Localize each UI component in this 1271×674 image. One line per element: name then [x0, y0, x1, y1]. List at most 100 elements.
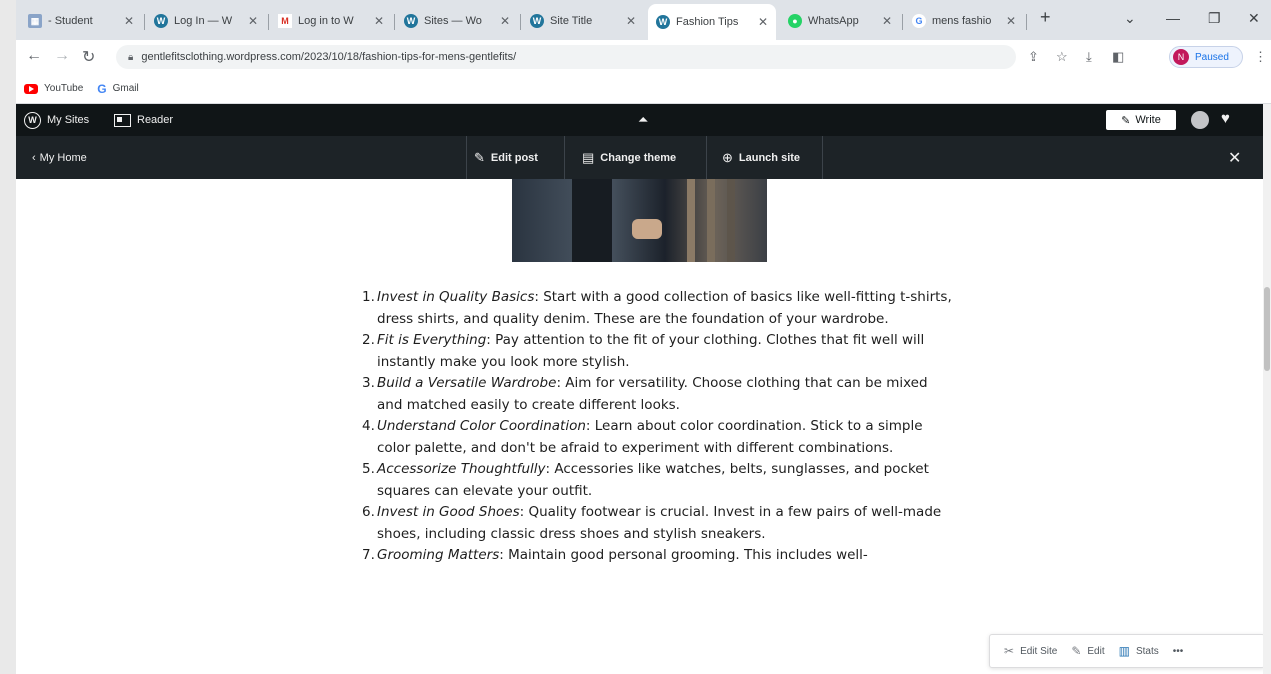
- tools-icon: ✂: [1004, 644, 1015, 658]
- tips-list: 1. Invest in Quality Basics: Start with a…: [362, 287, 953, 567]
- wp-admin-bar: W My Sites Reader ⏶ ✎ Write ♥: [16, 104, 1271, 136]
- close-icon[interactable]: ✕: [626, 14, 636, 28]
- sidepanel-icon[interactable]: ◧: [1112, 49, 1124, 65]
- tab-student[interactable]: ▦ - Student ✕: [20, 6, 142, 36]
- tab-separator: [394, 14, 395, 30]
- close-icon[interactable]: ✕: [500, 14, 510, 28]
- edit-site-button[interactable]: ✂ Edit Site: [1004, 644, 1057, 658]
- tip-title: Invest in Good Shoes: [377, 504, 520, 520]
- more-icon: •••: [1172, 645, 1184, 657]
- edit-post-label: Edit post: [490, 151, 538, 164]
- post-featured-image: [512, 179, 767, 262]
- kebab-menu-icon[interactable]: ⋮: [1254, 49, 1267, 65]
- edit-post-button[interactable]: ✎ Edit post: [474, 136, 538, 179]
- wordpress-logo-icon: W: [24, 111, 41, 129]
- profile-button[interactable]: N Paused: [1169, 46, 1243, 68]
- collapse-toolbar-icon[interactable]: ⏶: [638, 104, 648, 136]
- list-number: 7.: [362, 547, 375, 563]
- google-icon: G: [97, 81, 107, 96]
- change-theme-button[interactable]: ▤ Change theme: [582, 136, 676, 179]
- tab-separator: [1026, 14, 1027, 30]
- new-tab-button[interactable]: +: [1040, 7, 1051, 28]
- page-scrollbar-thumb[interactable]: [1264, 287, 1270, 371]
- minimize-icon[interactable]: —: [1166, 10, 1180, 26]
- reader-button[interactable]: Reader: [114, 104, 173, 136]
- post-content: 1. Invest in Quality Basics: Start with a…: [362, 287, 953, 567]
- window-close-icon[interactable]: ✕: [1248, 10, 1260, 27]
- list-item: 7. Grooming Matters: Maintain good person…: [362, 545, 953, 567]
- divider: [466, 136, 467, 179]
- my-home-link[interactable]: ‹ My Home: [32, 136, 87, 179]
- tab-fashion-tips[interactable]: W Fashion Tips ✕: [648, 4, 776, 40]
- divider: [564, 136, 565, 179]
- back-icon[interactable]: ←: [26, 47, 42, 65]
- floating-edit-bar: ✂ Edit Site ✎ Edit ▥ Stats •••: [989, 634, 1265, 668]
- site-action-bar: ‹ My Home ✎ Edit post ▤ Change theme ⊕ L…: [16, 136, 1271, 179]
- restore-icon[interactable]: ❐: [1208, 10, 1221, 27]
- tab-sites-wordpress[interactable]: W Sites — Wo ✕: [396, 6, 518, 36]
- page-scrollbar-track[interactable]: [1263, 104, 1271, 674]
- tab-google-search[interactable]: G mens fashio ✕: [904, 6, 1024, 36]
- tip-title: Invest in Quality Basics: [377, 289, 535, 305]
- close-icon[interactable]: ✕: [758, 15, 768, 29]
- reader-label: Reader: [137, 114, 174, 126]
- list-number: 2.: [362, 332, 375, 348]
- list-number: 3.: [362, 375, 375, 391]
- list-number: 6.: [362, 504, 375, 520]
- pencil-icon: ✎: [1071, 644, 1082, 658]
- tab-strip: ▦ - Student ✕ W Log In — W ✕ M Log in to…: [16, 0, 1271, 40]
- bookmark-label: Gmail: [112, 83, 139, 94]
- tip-text: : Maintain good personal grooming. This …: [499, 547, 868, 563]
- user-avatar[interactable]: [1191, 111, 1209, 129]
- wordpress-icon: W: [154, 14, 168, 28]
- more-options-button[interactable]: •••: [1173, 646, 1184, 657]
- layout-icon: ▤: [582, 149, 595, 165]
- bookmark-gmail[interactable]: G Gmail: [97, 82, 138, 96]
- divider: [822, 136, 823, 179]
- tip-title: Understand Color Coordination: [377, 418, 586, 434]
- notifications-icon[interactable]: ♥: [1221, 110, 1230, 127]
- launch-site-button[interactable]: ⊕ Launch site: [722, 136, 800, 179]
- google-icon: G: [912, 14, 926, 28]
- wordpress-icon: W: [656, 15, 670, 29]
- grid-icon: ▦: [28, 14, 42, 28]
- close-icon[interactable]: ✕: [248, 14, 258, 28]
- download-icon[interactable]: ⤓: [1086, 49, 1092, 65]
- list-item: 6. Invest in Good Shoes: Quality footwear…: [362, 502, 953, 545]
- write-button[interactable]: ✎ Write: [1106, 110, 1176, 130]
- share-icon[interactable]: ⇪: [1028, 49, 1039, 65]
- tab-gmail-login[interactable]: M Log in to W ✕: [270, 6, 392, 36]
- close-icon[interactable]: ✕: [882, 14, 892, 28]
- stats-button[interactable]: ▥ Stats: [1119, 644, 1159, 658]
- address-bar[interactable]: 🔒︎ gentlefitsclothing.wordpress.com/2023…: [116, 45, 1016, 69]
- tab-whatsapp[interactable]: ● WhatsApp ✕: [780, 6, 900, 36]
- browser-toolbar: ← → ↻ 🔒︎ gentlefitsclothing.wordpress.co…: [16, 40, 1271, 74]
- wordpress-icon: W: [530, 14, 544, 28]
- image-detail: [687, 179, 695, 262]
- tab-site-title[interactable]: W Site Title ✕: [522, 6, 644, 36]
- list-item: 3. Build a Versatile Wardrobe: Aim for ve…: [362, 373, 953, 416]
- edit-button[interactable]: ✎ Edit: [1071, 644, 1104, 658]
- reload-icon[interactable]: ↻: [82, 47, 95, 67]
- browser-window: ▦ - Student ✕ W Log In — W ✕ M Log in to…: [16, 0, 1271, 674]
- edit-site-label: Edit Site: [1020, 645, 1058, 657]
- my-sites-button[interactable]: W My Sites: [24, 104, 89, 136]
- close-icon[interactable]: ✕: [1006, 14, 1016, 28]
- close-icon[interactable]: ✕: [124, 14, 134, 28]
- globe-icon: ⊕: [722, 149, 733, 165]
- list-item: 1. Invest in Quality Basics: Start with a…: [362, 287, 953, 330]
- bookmark-youtube[interactable]: YouTube: [24, 83, 83, 94]
- chevron-left-icon: ‹: [32, 151, 36, 164]
- tab-search-icon[interactable]: ⌄: [1124, 10, 1136, 27]
- bookmark-star-icon[interactable]: ☆: [1056, 49, 1068, 65]
- close-icon[interactable]: ✕: [1228, 136, 1241, 179]
- tip-title: Fit is Everything: [377, 332, 487, 348]
- tab-separator: [144, 14, 145, 30]
- tab-separator: [268, 14, 269, 30]
- forward-icon[interactable]: →: [54, 47, 70, 65]
- tab-login-wordpress[interactable]: W Log In — W ✕: [146, 6, 266, 36]
- avatar: N: [1173, 49, 1189, 65]
- divider: [706, 136, 707, 179]
- close-icon[interactable]: ✕: [374, 14, 384, 28]
- wordpress-icon: W: [404, 14, 418, 28]
